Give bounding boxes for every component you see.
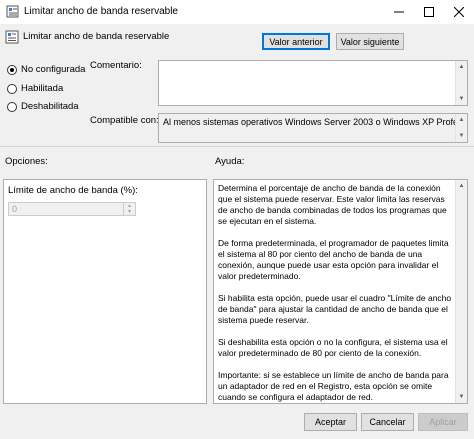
supported-label: Compatible con: [90, 115, 159, 126]
help-paragraph: Determina el porcentaje de ancho de band… [218, 183, 447, 226]
help-scrollbar[interactable]: ▲ ▼ [455, 180, 467, 403]
scroll-up-icon[interactable]: ▲ [456, 61, 467, 73]
divider [0, 146, 474, 147]
maximize-button[interactable] [414, 0, 444, 24]
help-paragraph: Importante: si se establece un límite de… [218, 370, 449, 402]
policy-icon [6, 5, 19, 18]
apply-button[interactable]: Aplicar [418, 413, 468, 431]
close-icon [454, 7, 464, 17]
comment-field[interactable]: ▲ ▼ [158, 60, 468, 106]
supported-value-box: Al menos sistemas operativos Windows Ser… [158, 113, 468, 143]
scroll-up-icon[interactable]: ▲ [456, 114, 467, 126]
scroll-down-icon[interactable]: ▼ [456, 130, 467, 142]
cancel-button[interactable]: Cancelar [361, 413, 414, 431]
bandwidth-limit-value: 0 [12, 204, 18, 214]
radio-enabled[interactable]: Habilitada [7, 83, 63, 94]
help-paragraph: Si habilita esta opción, puede usar el c… [218, 293, 452, 325]
radio-indicator [7, 101, 17, 112]
window-title: Limitar ancho de banda reservable [24, 6, 178, 17]
previous-setting-button[interactable]: Valor anterior [262, 33, 330, 50]
radio-selected-dot [10, 67, 14, 72]
spinner-buttons[interactable]: ▲ ▼ [123, 203, 135, 215]
accept-button[interactable]: Aceptar [304, 413, 357, 431]
setting-icon [5, 30, 19, 44]
bandwidth-limit-label: Límite de ancho de banda (%): [8, 185, 138, 196]
comment-label: Comentario: [90, 60, 142, 71]
scroll-down-icon[interactable]: ▼ [456, 93, 467, 105]
close-button[interactable] [444, 0, 474, 24]
setting-title: Limitar ancho de banda reservable [23, 31, 170, 42]
help-paragraph: De forma predeterminada, el programador … [218, 238, 449, 281]
radio-not-configured[interactable]: No configurada [7, 64, 85, 75]
supported-scrollbar[interactable]: ▲ ▼ [455, 114, 467, 142]
radio-label: No configurada [21, 64, 86, 75]
scroll-up-icon[interactable]: ▲ [456, 180, 467, 192]
help-panel: Determina el porcentaje de ancho de band… [213, 179, 468, 404]
radio-label: Deshabilitada [21, 101, 79, 112]
radio-label: Habilitada [21, 83, 64, 94]
help-text: Determina el porcentaje de ancho de band… [218, 183, 455, 403]
help-paragraph: Si deshabilita esta opción o no la confi… [218, 337, 448, 358]
options-panel: Límite de ancho de banda (%): 0 ▲ ▼ [3, 179, 207, 404]
bandwidth-limit-spinner[interactable]: 0 ▲ ▼ [8, 202, 136, 216]
maximize-icon [424, 7, 434, 17]
spin-down-icon[interactable]: ▼ [124, 209, 135, 215]
scroll-down-icon[interactable]: ▼ [456, 391, 467, 403]
title-bar: Limitar ancho de banda reservable [0, 0, 474, 24]
help-heading: Ayuda: [215, 156, 245, 167]
supported-value: Al menos sistemas operativos Windows Ser… [163, 117, 468, 127]
radio-disabled[interactable]: Deshabilitada [7, 101, 79, 112]
minimize-icon [394, 11, 404, 13]
radio-indicator [7, 64, 17, 75]
next-setting-button[interactable]: Valor siguiente [336, 33, 404, 50]
minimize-button[interactable] [384, 0, 414, 24]
options-heading: Opciones: [5, 156, 48, 167]
radio-indicator [7, 83, 17, 94]
comment-scrollbar[interactable]: ▲ ▼ [455, 61, 467, 105]
